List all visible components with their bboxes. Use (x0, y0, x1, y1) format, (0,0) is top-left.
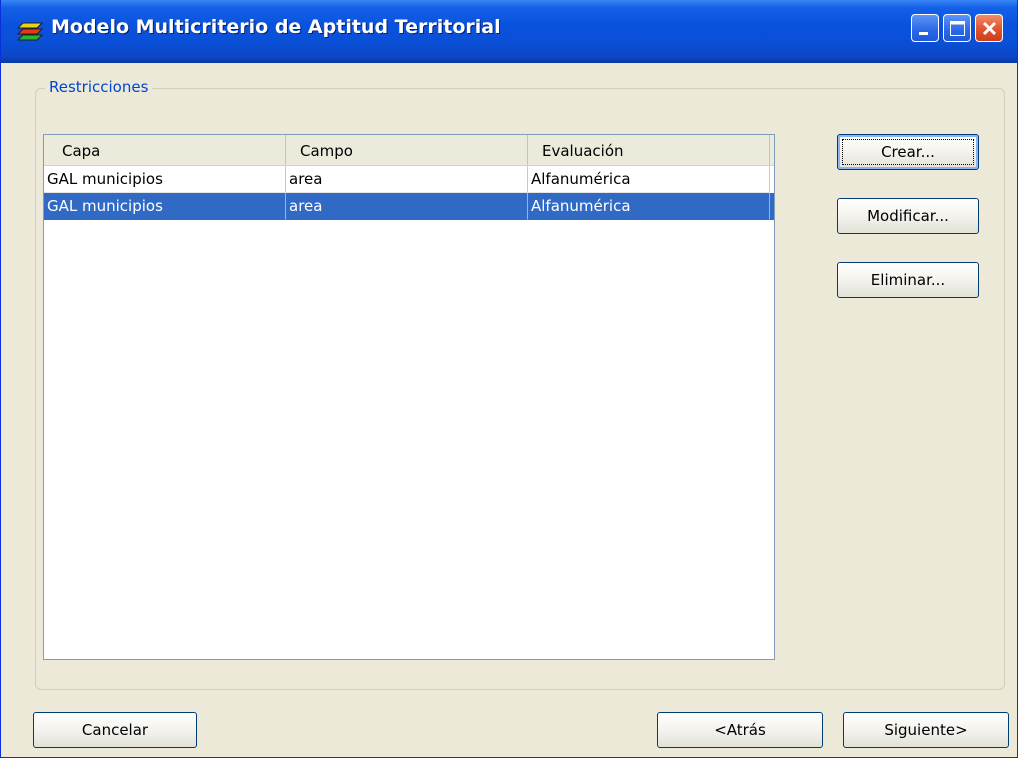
modify-button[interactable]: Modificar... (837, 198, 979, 234)
window-title: Modelo Multicriterio de Aptitud Territor… (51, 16, 501, 38)
table-row[interactable]: GAL municipios area Alfanumérica (44, 166, 774, 193)
close-button[interactable] (975, 14, 1003, 42)
maximize-button[interactable] (943, 14, 971, 42)
cell-evaluacion: Alfanumérica (528, 193, 770, 220)
column-header-capa[interactable]: Capa (44, 135, 286, 165)
cancel-button-label: Cancelar (81, 721, 149, 739)
title-bar[interactable]: Modelo Multicriterio de Aptitud Territor… (1, 0, 1017, 63)
layers-icon (16, 22, 44, 42)
cancel-button[interactable]: Cancelar (33, 712, 197, 748)
next-button[interactable]: Siguiente> (843, 712, 1009, 748)
close-icon (982, 21, 997, 36)
table-row-selected[interactable]: GAL municipios area Alfanumérica (44, 193, 774, 220)
column-header-evaluacion[interactable]: Evaluación (528, 135, 770, 165)
maximize-icon (950, 21, 965, 36)
restrictions-table[interactable]: Capa Campo Evaluación GAL municipios are… (43, 134, 775, 660)
delete-button-label: Eliminar... (870, 271, 946, 289)
cell-capa: GAL municipios (44, 166, 286, 193)
restrictions-group-label: Restricciones (45, 78, 153, 96)
create-button-label: Crear... (881, 143, 935, 161)
wizard-window: Modelo Multicriterio de Aptitud Territor… (0, 0, 1018, 758)
cell-evaluacion: Alfanumérica (528, 166, 770, 193)
create-button[interactable]: Crear... (837, 134, 979, 170)
modify-button-label: Modificar... (867, 207, 949, 225)
back-button-label: <Atrás (714, 721, 766, 739)
minimize-icon (919, 32, 928, 35)
cell-campo: area (286, 166, 528, 193)
column-header-campo[interactable]: Campo (286, 135, 528, 165)
next-button-label: Siguiente> (884, 721, 968, 739)
cell-capa: GAL municipios (44, 193, 286, 220)
delete-button[interactable]: Eliminar... (837, 262, 979, 298)
back-button[interactable]: <Atrás (657, 712, 823, 748)
cell-campo: area (286, 193, 528, 220)
minimize-button[interactable] (911, 14, 939, 42)
table-header: Capa Campo Evaluación (44, 135, 774, 166)
